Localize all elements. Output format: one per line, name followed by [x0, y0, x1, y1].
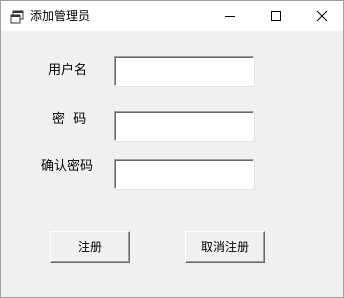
confirm-password-input[interactable]: [114, 159, 254, 189]
maximize-icon: [271, 11, 281, 21]
dialog-window: 添加管理员 用户名 密 码 确认密码 注册 取消注册: [0, 0, 344, 298]
window-title: 添加管理员: [30, 9, 91, 23]
password-input[interactable]: [114, 111, 254, 141]
app-window-icon: [10, 9, 24, 24]
confirm-password-label: 确认密码: [41, 159, 94, 174]
cancel-register-button[interactable]: 取消注册: [185, 231, 265, 263]
username-input[interactable]: [114, 56, 254, 86]
maximize-button[interactable]: [253, 1, 299, 31]
register-button[interactable]: 注册: [50, 231, 130, 263]
close-button[interactable]: [299, 1, 344, 31]
title-bar[interactable]: 添加管理员: [1, 1, 343, 31]
minimize-icon: [225, 16, 235, 17]
minimize-button[interactable]: [207, 1, 253, 31]
username-label: 用户名: [48, 63, 88, 78]
password-label: 密 码: [52, 112, 87, 127]
close-icon: [316, 10, 328, 22]
